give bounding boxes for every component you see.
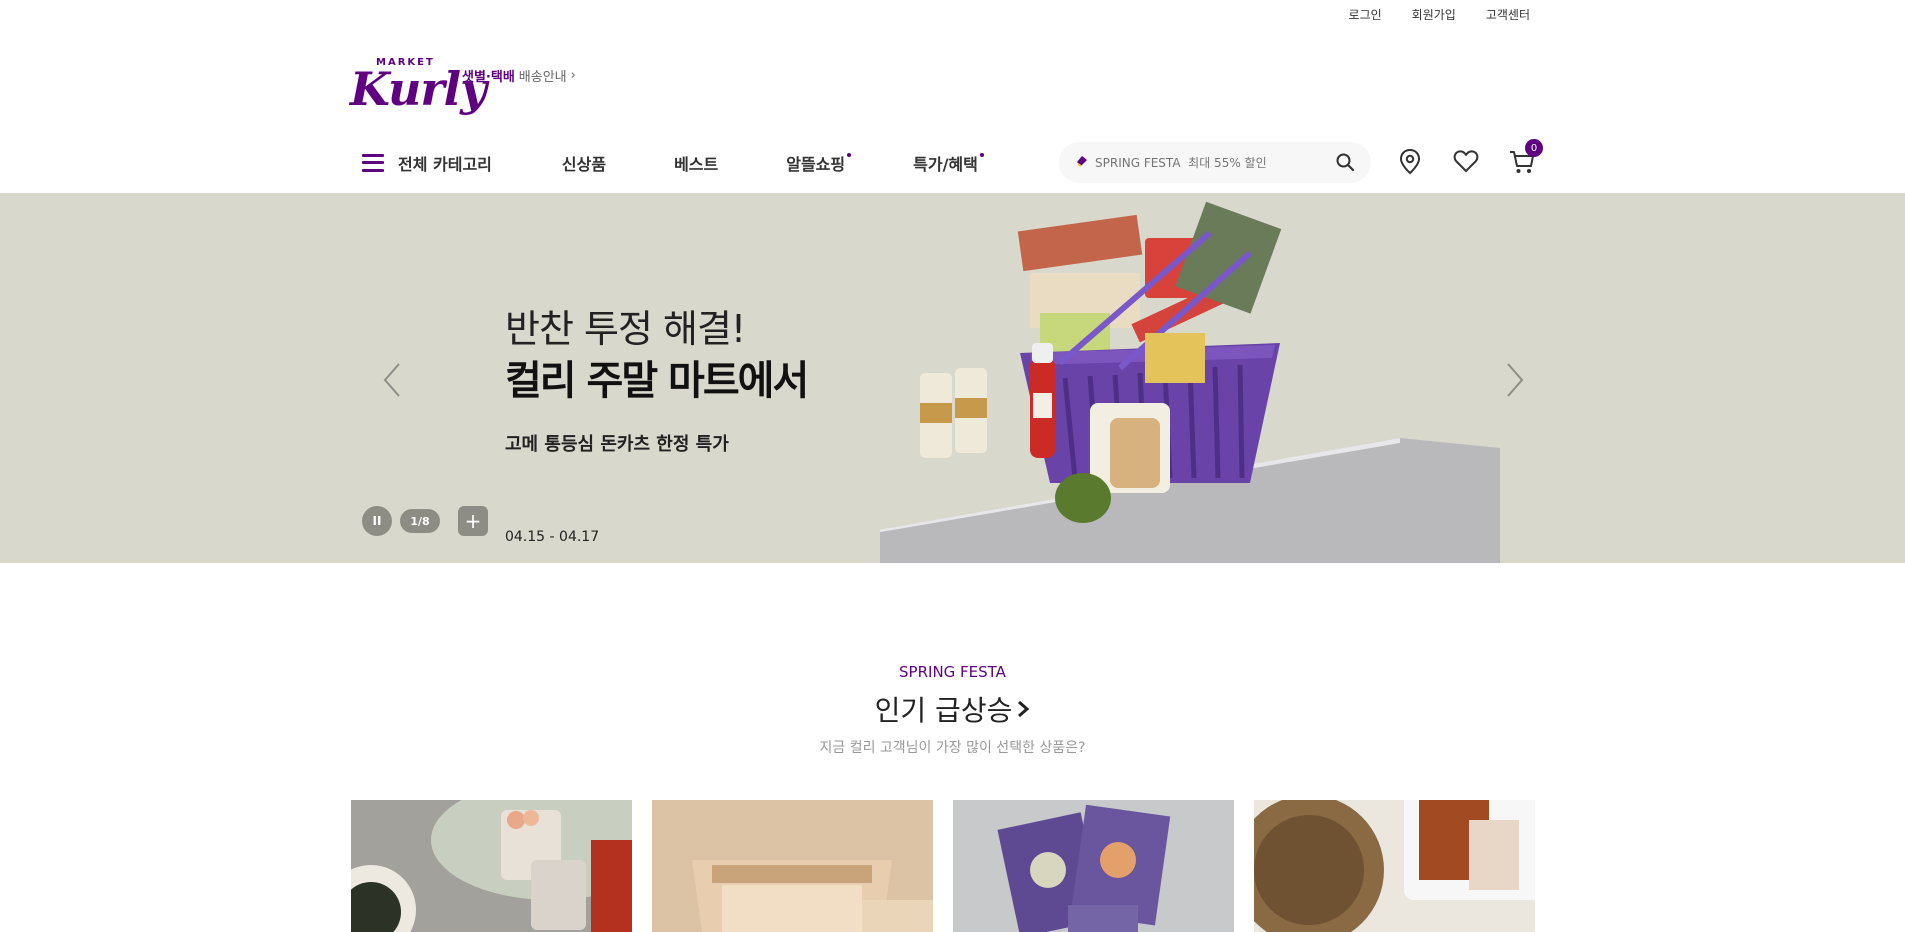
pause-button[interactable]: II xyxy=(362,506,392,536)
section-title-link[interactable]: 인기 급상승 xyxy=(875,689,1031,729)
product-image xyxy=(953,800,1234,932)
logo-kurly-text: Kurly xyxy=(350,62,487,116)
banner-prev-arrow[interactable] xyxy=(377,358,407,402)
chevron-right-icon: › xyxy=(570,67,576,83)
search-icon[interactable] xyxy=(1335,152,1355,172)
banner-next-arrow[interactable] xyxy=(1500,358,1530,402)
header-icons: 0 xyxy=(1395,139,1543,176)
cart-icon[interactable]: 0 xyxy=(1507,139,1543,176)
header-brand: MARKET Kurly 샛별·택배 배송안내 › xyxy=(350,52,576,118)
banner-headline-2: 컬리 주말 마트에서 xyxy=(505,358,809,404)
product-image xyxy=(652,800,933,932)
product-card[interactable] xyxy=(953,800,1234,932)
utility-links: 로그인 회원가입 고객센터 xyxy=(1349,6,1530,23)
customer-center-link[interactable]: 고객센터 xyxy=(1486,6,1530,23)
heart-icon[interactable] xyxy=(1451,146,1481,176)
banner-controls: II 1/8 + xyxy=(362,506,488,536)
banner-date: 04.15 - 04.17 xyxy=(505,529,600,545)
delivery-guide-label: 배송안내 xyxy=(518,69,567,85)
menu-saving[interactable]: 알뜰쇼핑 xyxy=(786,151,852,175)
login-link[interactable]: 로그인 xyxy=(1349,6,1382,23)
banner-more-button[interactable]: + xyxy=(458,506,488,536)
product-card[interactable] xyxy=(1254,800,1535,932)
popular-section-header: SPRING FESTA 인기 급상승 지금 컬리 고객님이 가장 많이 선택한… xyxy=(0,663,1905,757)
menu-deals[interactable]: 특가/혜택 xyxy=(913,151,984,175)
promo-tag-icon xyxy=(1075,154,1089,171)
all-category-label: 전체 카테고리 xyxy=(398,154,492,174)
section-title: 인기 급상승 xyxy=(874,694,1013,727)
banner-headline-1: 반찬 투정 해결! xyxy=(505,307,746,351)
product-card[interactable] xyxy=(652,800,933,932)
location-icon[interactable] xyxy=(1395,146,1425,176)
search-input[interactable] xyxy=(1095,155,1325,170)
menu-new[interactable]: 신상품 xyxy=(562,151,606,175)
section-eyebrow: SPRING FESTA xyxy=(899,663,1006,681)
banner-page-indicator: 1/8 xyxy=(400,509,440,533)
product-list xyxy=(351,800,1535,932)
search-box xyxy=(1059,142,1371,183)
chevron-right-icon xyxy=(1018,700,1030,718)
menu-best[interactable]: 베스트 xyxy=(674,151,718,175)
global-nav: 전체 카테고리 신상품 베스트 알뜰쇼핑 특가/혜택 0 xyxy=(350,139,1543,185)
hamburger-icon xyxy=(362,153,384,172)
product-card[interactable] xyxy=(351,800,632,932)
banner-subtitle: 고메 통등심 돈카츠 한정 특가 xyxy=(505,434,729,455)
main-banner[interactable]: 반찬 투정 해결! 컬리 주말 마트에서 고메 통등심 돈카츠 한정 특가 04… xyxy=(0,193,1905,563)
kurly-logo[interactable]: MARKET Kurly xyxy=(350,52,487,118)
all-category-button[interactable]: 전체 카테고리 xyxy=(362,151,492,175)
product-image xyxy=(1254,800,1535,932)
section-description: 지금 컬리 고객님이 가장 많이 선택한 상품은? xyxy=(819,740,1086,756)
signup-link[interactable]: 회원가입 xyxy=(1412,6,1456,23)
cart-count-badge: 0 xyxy=(1525,139,1543,157)
banner-basket-image xyxy=(880,201,1500,563)
product-image xyxy=(351,800,632,932)
gnb-menu: 신상품 베스트 알뜰쇼핑 특가/혜택 xyxy=(562,151,1046,175)
